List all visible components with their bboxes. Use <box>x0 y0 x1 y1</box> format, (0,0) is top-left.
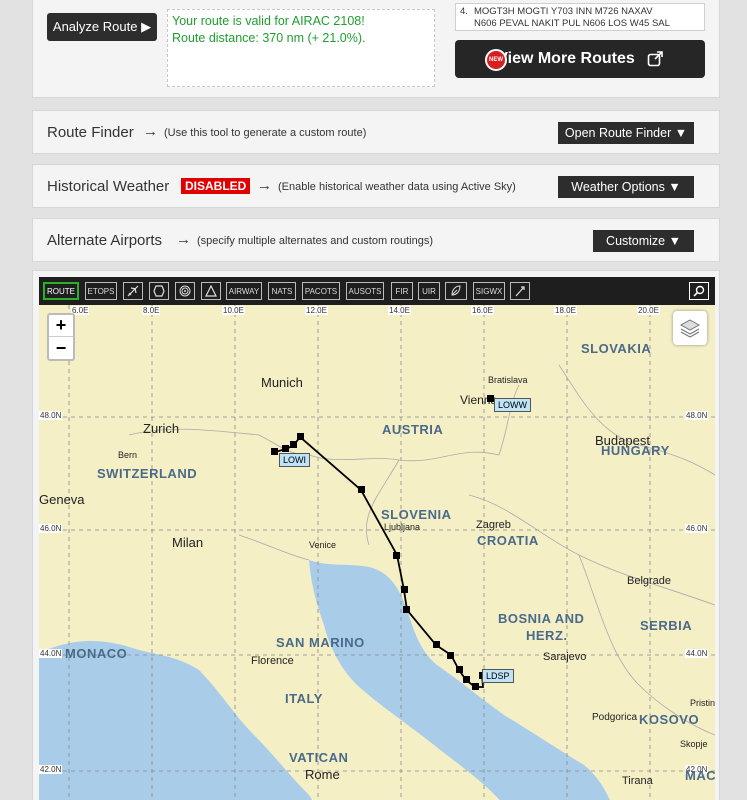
route-finder-arrow: → <box>143 123 158 140</box>
search-icon[interactable] <box>689 282 709 300</box>
waypoint <box>472 683 479 690</box>
waypoint <box>403 606 410 613</box>
new-badge: NEW <box>485 49 507 71</box>
sigwx-toggle[interactable]: SIGWX <box>473 282 505 300</box>
route-toggle[interactable]: ROUTE <box>43 282 79 300</box>
view-more-routes-label: View More Routes <box>497 50 635 67</box>
layers-button[interactable] <box>673 311 707 345</box>
route-line-1: MOGT3H MOGTI Y703 INN M726 NAXAV <box>474 6 653 17</box>
waypoint <box>290 441 297 448</box>
triangle-icon[interactable] <box>201 282 221 300</box>
zoom-in-button[interactable]: + <box>49 315 73 337</box>
alternate-airports-note: (specify multiple alternates and custom … <box>197 235 433 247</box>
route-number: 4. <box>460 6 468 17</box>
airport-label[interactable]: LOWW <box>494 398 531 412</box>
alternate-airports-arrow: → <box>176 231 191 248</box>
waypoint <box>463 676 470 683</box>
alternate-airports-title: Alternate Airports <box>47 232 163 249</box>
customize-button[interactable]: Customize ▼ <box>593 230 694 252</box>
validation-message: Your route is valid for AIRAC 2108! <box>172 14 365 28</box>
external-link-icon <box>647 51 663 67</box>
alternate-airports-panel: Alternate Airports → (specify multiple a… <box>32 218 720 262</box>
pacots-toggle[interactable]: PACOTS <box>302 282 340 300</box>
waypoint <box>297 433 304 440</box>
route-suggestion[interactable]: 4. MOGT3H MOGTI Y703 INN M726 NAXAV N606 … <box>455 3 705 31</box>
leaf-icon[interactable] <box>445 282 467 300</box>
route-distance: Route distance: 370 nm (+ 21.0%). <box>172 31 366 45</box>
fir-toggle[interactable]: FIR <box>391 282 413 300</box>
waypoint <box>433 641 440 648</box>
route-line <box>274 435 484 688</box>
waypoint <box>271 448 278 455</box>
historical-weather-title: Historical Weather <box>47 178 170 195</box>
nats-toggle[interactable]: NATS <box>268 282 296 300</box>
etops-toggle[interactable]: ETOPS <box>85 282 117 300</box>
destination-airport-label[interactable]: LDSP <box>482 669 514 683</box>
route-finder-note: (Use this tool to generate a custom rout… <box>164 127 367 139</box>
ausots-toggle[interactable]: AUSOTS <box>346 282 384 300</box>
open-route-finder-button[interactable]: Open Route Finder ▼ <box>558 122 694 144</box>
waypoint <box>447 652 454 659</box>
uir-toggle[interactable]: UIR <box>418 282 440 300</box>
waypoint <box>487 395 494 402</box>
waypoint <box>401 586 408 593</box>
origin-airport-label[interactable]: LOWI <box>279 453 311 467</box>
layers-icon <box>679 319 701 338</box>
waypoint <box>456 666 463 673</box>
view-more-routes-button[interactable]: NEW View More Routes <box>455 40 705 78</box>
airplane-icon[interactable] <box>123 282 143 300</box>
route-overlay <box>271 395 494 690</box>
weather-options-button[interactable]: Weather Options ▼ <box>558 176 694 198</box>
historical-weather-panel: Historical Weather DISABLED → (Enable hi… <box>32 164 720 208</box>
validation-box: Your route is valid for AIRAC 2108! Rout… <box>167 9 435 87</box>
route-finder-panel: Route Finder → (Use this tool to generat… <box>32 110 720 154</box>
map-toolbar: ROUTE ETOPS AIRWAY NATS PACOTS AUSOTS FI… <box>39 277 715 305</box>
route-result-panel: Analyze Route ▶ Your route is valid for … <box>32 0 720 98</box>
zoom-out-button[interactable]: − <box>49 337 73 359</box>
radar-icon[interactable] <box>175 282 195 300</box>
route-map[interactable]: 6.0E 8.0E 10.0E 12.0E 14.0E 16.0E 18.0E … <box>39 305 715 800</box>
zoom-control: + − <box>47 313 75 361</box>
route-line-2: N606 PEVAL NAKIT PUL N606 LOS W45 SAL <box>474 18 670 29</box>
hexagon-icon[interactable] <box>149 282 169 300</box>
waypoint <box>393 552 400 559</box>
map-panel: ROUTE ETOPS AIRWAY NATS PACOTS AUSOTS FI… <box>32 270 720 800</box>
waypoint <box>282 445 289 452</box>
analyze-route-button[interactable]: Analyze Route ▶ <box>47 13 157 41</box>
disabled-badge: DISABLED <box>181 178 251 194</box>
wind-icon[interactable] <box>510 282 530 300</box>
route-finder-title: Route Finder <box>47 124 134 141</box>
airway-toggle[interactable]: AIRWAY <box>226 282 262 300</box>
historical-weather-note: (Enable historical weather data using Ac… <box>278 181 516 193</box>
historical-weather-arrow: → <box>257 177 272 194</box>
waypoint <box>358 486 365 493</box>
